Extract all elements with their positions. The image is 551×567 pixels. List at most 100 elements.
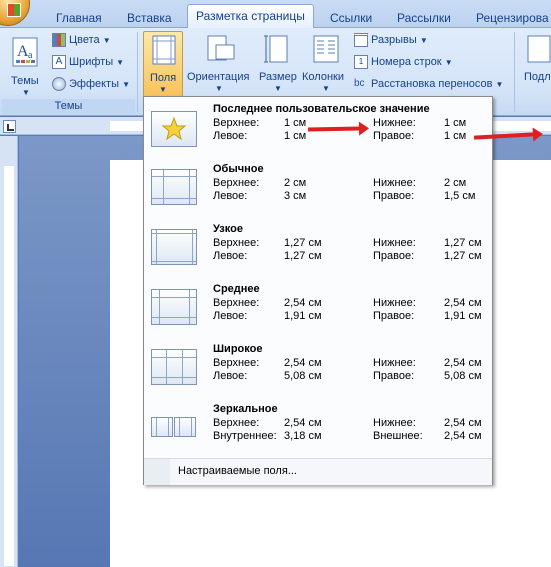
tab-references[interactable]: Ссылки — [330, 10, 372, 28]
orientation-icon — [207, 35, 235, 61]
margins-dropdown-menu: Последнее пользовательское значение Верх… — [143, 96, 493, 485]
office-logo-icon — [7, 3, 21, 17]
bottom-label: Нижнее: — [373, 417, 416, 429]
office-button[interactable] — [0, 0, 30, 26]
bottom-value: 2,54 см — [444, 417, 482, 429]
chevron-down-icon: ▼ — [159, 85, 167, 94]
top-label: Верхнее: — [213, 357, 260, 369]
watermark-button-partial[interactable]: Подл — [520, 33, 551, 95]
size-button[interactable]: Размер ▼ — [257, 33, 299, 95]
margins-option-title: Узкое — [213, 223, 243, 235]
margins-option-title: Обычное — [213, 163, 264, 175]
hyphenation-button[interactable]: bc Расстановка переносов ▼ — [354, 77, 503, 91]
svg-text:a: a — [28, 50, 33, 61]
chevron-down-icon: ▼ — [122, 79, 130, 89]
theme-effects-button[interactable]: Эффекты ▼ — [52, 77, 130, 91]
tab-selector[interactable] — [3, 120, 16, 133]
chevron-down-icon: ▼ — [116, 57, 125, 67]
right-label: Правое: — [373, 190, 415, 202]
top-value: 1,27 см — [284, 237, 322, 249]
left-value: 5,08 см — [284, 370, 322, 382]
group-divider — [514, 32, 515, 112]
tab-review[interactable]: Рецензирова — [476, 10, 549, 28]
orientation-button[interactable]: Ориентация ▼ — [187, 33, 253, 95]
themes-icon: A a — [12, 37, 38, 67]
tab-mailings[interactable]: Рассылки — [397, 10, 451, 28]
margins-preview-icon — [151, 289, 197, 325]
margins-preview-icon — [151, 413, 197, 439]
tab-page-layout[interactable]: Разметка страницы — [187, 4, 314, 29]
top-value: 2,54 см — [284, 417, 322, 429]
margins-option-moderate[interactable]: Среднее Верхнее: 2,54 см Нижнее: 2,54 см… — [144, 279, 492, 339]
line-numbers-label: Номера строк — [371, 55, 442, 68]
columns-button-label: Колонки — [302, 71, 344, 83]
outside-label: Внешнее: — [373, 430, 423, 442]
top-label: Верхнее: — [213, 117, 260, 129]
margins-option-wide[interactable]: Широкое Верхнее: 2,54 см Нижнее: 2,54 см… — [144, 339, 492, 399]
page-size-icon — [264, 35, 288, 63]
themes-button-label: Темы — [11, 75, 39, 87]
theme-effects-icon — [52, 77, 66, 91]
chevron-down-icon: ▼ — [419, 35, 428, 45]
vertical-ruler[interactable] — [0, 136, 18, 567]
chevron-down-icon: ▼ — [22, 88, 30, 97]
margins-icon — [152, 35, 176, 65]
breaks-label: Разрывы — [371, 33, 417, 46]
margins-option-title: Широкое — [213, 343, 263, 355]
left-value: 1,27 см — [284, 250, 322, 262]
top-label: Верхнее: — [213, 417, 260, 429]
theme-effects-label: Эффекты — [69, 77, 120, 90]
left-label: Левое: — [213, 190, 248, 202]
margins-option-narrow[interactable]: Узкое Верхнее: 1,27 см Нижнее: 1,27 см Л… — [144, 219, 492, 279]
left-label: Левое: — [213, 310, 248, 322]
menu-gutter — [144, 459, 170, 485]
right-label: Правое: — [373, 310, 415, 322]
top-value: 2,54 см — [284, 297, 322, 309]
right-value: 1,91 см — [444, 310, 482, 322]
size-button-label: Размер — [259, 71, 297, 83]
tab-insert[interactable]: Вставка — [127, 10, 172, 28]
ruler-white-area — [4, 166, 14, 566]
columns-button[interactable]: Колонки ▼ — [302, 33, 350, 95]
theme-fonts-label: Шрифты — [69, 55, 114, 68]
line-numbers-icon: 1 — [354, 55, 368, 69]
bottom-value: 1 см — [444, 117, 467, 129]
group-divider — [137, 32, 138, 112]
theme-fonts-button[interactable]: A Шрифты ▼ — [52, 55, 124, 69]
bottom-label: Нижнее: — [373, 117, 416, 129]
right-value: 1,5 см — [444, 190, 476, 202]
right-label: Правое: — [373, 370, 415, 382]
margins-preview-icon — [151, 229, 197, 265]
breaks-button[interactable]: Разрывы ▼ — [354, 33, 428, 47]
line-numbers-button[interactable]: 1 Номера строк ▼ — [354, 55, 453, 69]
margins-preview-icon — [151, 169, 197, 205]
right-label: Правое: — [373, 130, 415, 142]
right-value: 1,27 см — [444, 250, 482, 262]
top-label: Верхнее: — [213, 177, 260, 189]
chevron-down-icon: ▼ — [274, 84, 282, 93]
outside-value: 2,54 см — [444, 430, 482, 442]
bottom-label: Нижнее: — [373, 177, 416, 189]
custom-margins-item[interactable]: Настраиваемые поля... — [144, 458, 492, 485]
breaks-icon — [354, 33, 368, 47]
themes-button[interactable]: A a Темы ▼ — [6, 34, 46, 97]
chevron-down-icon: ▼ — [215, 84, 223, 93]
top-label: Верхнее: — [213, 237, 260, 249]
left-value: 1 см — [284, 130, 307, 142]
margins-option-normal[interactable]: Обычное Верхнее: 2 см Нижнее: 2 см Левое… — [144, 159, 492, 219]
bottom-label: Нижнее: — [373, 297, 416, 309]
theme-colors-label: Цвета — [69, 33, 100, 46]
bottom-label: Нижнее: — [373, 357, 416, 369]
margins-option-mirrored[interactable]: Зеркальное Верхнее: 2,54 см Нижнее: 2,54… — [144, 399, 492, 459]
margins-button-label: Поля — [150, 72, 177, 84]
inside-label: Внутреннее: — [213, 430, 277, 442]
tab-home[interactable]: Главная — [56, 10, 102, 28]
margins-button[interactable]: Поля ▼ — [143, 31, 183, 97]
theme-colors-button[interactable]: Цвета ▼ — [52, 33, 111, 47]
margins-preview-icon — [151, 349, 197, 385]
right-value: 5,08 см — [444, 370, 482, 382]
theme-fonts-icon: A — [52, 55, 66, 69]
columns-icon — [313, 35, 339, 63]
right-value: 1 см — [444, 130, 467, 142]
left-value: 3 см — [284, 190, 307, 202]
